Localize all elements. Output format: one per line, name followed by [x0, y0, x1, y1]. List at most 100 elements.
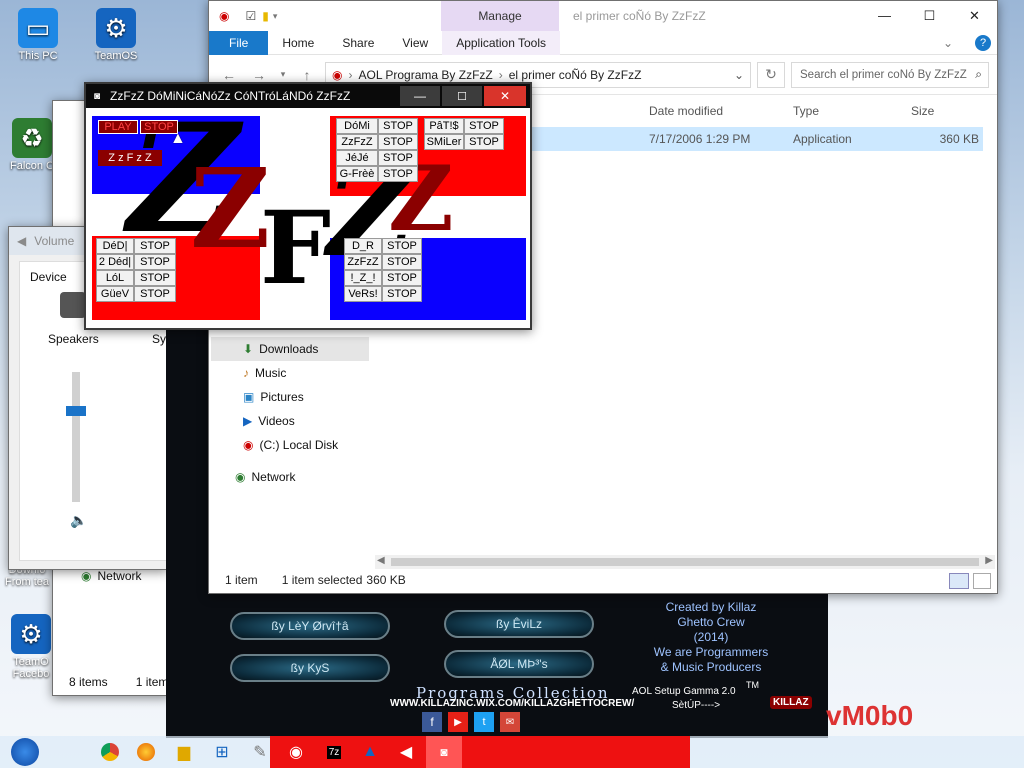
scroll-thumb[interactable] [391, 558, 979, 566]
sound-button[interactable]: JéJé [336, 150, 378, 166]
ribbon-tab-view[interactable]: View [388, 36, 442, 50]
stop-button[interactable]: STOP [464, 118, 504, 134]
taskbar-app[interactable]: ⊞ [204, 736, 240, 768]
ribbon-expand-icon[interactable]: ⌄ [929, 36, 967, 50]
killaz-button-evilz[interactable]: ßy ÊviLz [444, 610, 594, 638]
nav-item-downloads[interactable]: ⬇ Downloads [211, 337, 369, 361]
desktop-icon-teamos[interactable]: ⚙ TeamOS [84, 8, 148, 62]
app-minimize-button[interactable]: — [400, 86, 440, 106]
twitter-icon[interactable]: t [474, 712, 494, 732]
facebook-icon[interactable]: f [422, 712, 442, 732]
stop-button[interactable]: STOP [464, 134, 504, 150]
sound-button[interactable]: ZzFzZ [336, 134, 378, 150]
stop-button[interactable]: STOP [378, 118, 418, 134]
youtube-icon[interactable]: ▶ [448, 712, 468, 732]
horizontal-scrollbar[interactable]: ◀ ▶ [375, 555, 995, 569]
qat-dropdown-icon[interactable]: ▾ [273, 11, 278, 22]
taskbar-7zip[interactable]: 7z [316, 736, 352, 768]
help-icon[interactable]: ? [975, 35, 991, 51]
minimize-button[interactable]: — [862, 1, 907, 30]
desktop-icon-this-pc[interactable]: ▭ This PC [6, 8, 70, 62]
volume-slider-thumb[interactable] [66, 406, 86, 416]
killaz-setup[interactable]: SètÚP----> [672, 700, 720, 711]
sound-button[interactable]: VeRs! [344, 286, 382, 302]
sound-button[interactable]: D_R [344, 238, 382, 254]
explorer-titlebar[interactable]: ◉ ☑ ▮ ▾ Manage el primer coÑó By ZzFzZ —… [209, 1, 997, 31]
nav-item-local-disk[interactable]: ◉ (C:) Local Disk [211, 433, 369, 457]
sound-button[interactable]: LóL [96, 270, 134, 286]
mute-icon[interactable]: 🔈 [70, 512, 87, 529]
sound-button[interactable]: !_Z_! [344, 270, 382, 286]
taskbar-file-explorer[interactable]: ▆ [166, 736, 202, 768]
refresh-button[interactable]: ↻ [757, 61, 785, 88]
ribbon-tab-file[interactable]: File [209, 30, 269, 55]
stop-button[interactable]: STOP [378, 150, 418, 166]
stop-button[interactable]: STOP [382, 238, 422, 254]
breadcrumb-item[interactable]: AOL Programa By ZzFzZ [358, 68, 492, 82]
desktop-icon-teamos-facebook[interactable]: ⚙ TeamO Facebo [4, 614, 58, 680]
qat-folder-icon[interactable]: ▮ [262, 9, 269, 23]
taskbar-zzfzz-app[interactable]: ◙ [426, 736, 462, 768]
sound-button[interactable]: DéD| [96, 238, 134, 254]
disk-icon: ◉ [243, 438, 254, 452]
breadcrumb-item[interactable]: el primer coÑó By ZzFzZ [509, 68, 642, 82]
address-dropdown-icon[interactable]: ⌄ [734, 68, 744, 82]
sound-button[interactable]: SMiLer [424, 134, 464, 150]
stop-button[interactable]: STOP [134, 270, 176, 286]
play-button[interactable]: PLAY [98, 120, 138, 134]
volume-slider-track[interactable] [72, 372, 80, 502]
sound-button[interactable]: G-Frèè [336, 166, 378, 182]
gmail-icon[interactable]: ✉ [500, 712, 520, 732]
scroll-right-icon[interactable]: ▶ [985, 555, 993, 566]
killaz-button-aol-mp3[interactable]: ÅØL MÞ³'s [444, 650, 594, 678]
sound-button[interactable]: 2 Déd| [96, 254, 134, 270]
scroll-left-icon[interactable]: ◀ [377, 555, 385, 566]
nav-item-videos[interactable]: ▶ Videos [211, 409, 369, 433]
taskbar-aol[interactable]: ◉ [278, 736, 314, 768]
column-header-date-modified[interactable]: Date modified [649, 104, 723, 118]
sound-button[interactable]: PâT!$ [424, 118, 464, 134]
killaz-url[interactable]: WWW.KILLAZINC.WIX.COM/KILLAZGHETTOCREW/ [390, 698, 634, 709]
app-close-button[interactable]: ✕ [484, 86, 526, 106]
taskbar-triangle-app[interactable]: ▲ [352, 736, 388, 768]
nav-item-music[interactable]: ♪ Music [211, 361, 369, 385]
start-button[interactable] [4, 736, 46, 768]
killaz-button-ley[interactable]: ßy LèY Ørvî†â [230, 612, 390, 640]
column-header-type[interactable]: Type [793, 104, 819, 118]
qat-checkbox-icon[interactable]: ☑ [245, 9, 256, 23]
taskbar-chrome[interactable] [92, 736, 128, 768]
close-button[interactable]: ✕ [952, 1, 997, 30]
zzfzz-app-window: ◙ ZzFzZ DóMiNiCáNóZz CóNTróLáNDó ZzFzZ —… [84, 82, 532, 330]
stop-button[interactable]: STOP [134, 286, 176, 302]
stop-button[interactable]: STOP [382, 254, 422, 270]
stop-button[interactable]: STOP [382, 270, 422, 286]
search-input[interactable]: Search el primer coÑó By ZzFzZ [800, 69, 967, 81]
file-row[interactable]: 7/17/2006 1:29 PM Application 360 KB [529, 127, 983, 151]
ribbon-tab-home[interactable]: Home [268, 36, 328, 50]
ribbon-tab-share[interactable]: Share [328, 36, 388, 50]
stop-button[interactable]: STOP [378, 134, 418, 150]
manage-tab[interactable]: Manage [441, 1, 559, 31]
sound-button[interactable]: DóMi [336, 118, 378, 134]
large-icons-view-icon[interactable] [973, 573, 991, 589]
app-maximize-button[interactable]: ☐ [442, 86, 482, 106]
stop-button[interactable]: STOP [134, 254, 176, 270]
maximize-button[interactable]: ☐ [907, 1, 952, 30]
search-box[interactable]: Search el primer coÑó By ZzFzZ ⌕ [791, 61, 989, 88]
nav-item-network[interactable]: ◉ Network [211, 465, 369, 489]
nav-item-pictures[interactable]: ▣ Pictures [211, 385, 369, 409]
network-item[interactable]: ◉ Network [81, 569, 142, 583]
stop-button[interactable]: STOP [378, 166, 418, 182]
sound-button[interactable]: ZzFzZ [344, 254, 382, 270]
taskbar-firefox[interactable] [128, 736, 164, 768]
explorer-app-icon: ◉ [219, 9, 230, 23]
stop-button[interactable]: STOP [134, 238, 176, 254]
stop-button[interactable]: STOP [382, 286, 422, 302]
details-view-icon[interactable] [949, 573, 969, 589]
killaz-button-kys[interactable]: ßy KyS [230, 654, 390, 682]
column-header-size[interactable]: Size [911, 104, 934, 118]
zzfzz-titlebar[interactable]: ◙ ZzFzZ DóMiNiCáNóZz CóNTróLáNDó ZzFzZ —… [86, 84, 530, 108]
taskbar-volume[interactable]: ◀ [388, 736, 424, 768]
ribbon-tab-application-tools[interactable]: Application Tools [442, 30, 561, 55]
sound-button[interactable]: GüeV [96, 286, 134, 302]
